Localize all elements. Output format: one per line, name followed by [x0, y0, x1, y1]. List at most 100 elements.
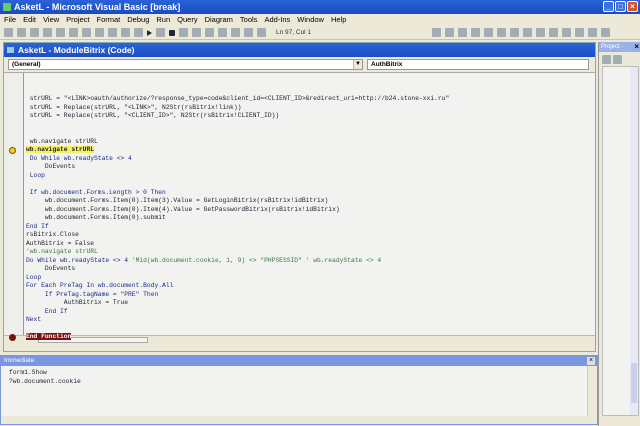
code-text: End Function: [26, 333, 72, 340]
code-text: strURL = Replace(strURL, "<CLIENT_ID>", …: [26, 112, 280, 119]
immediate-input[interactable]: form1.Show ?wb.document.cookie: [1, 366, 587, 416]
code-text: AuthBitrix = False: [26, 239, 95, 247]
run-icon[interactable]: [147, 29, 152, 36]
immediate-line: ?wb.document.cookie: [9, 377, 81, 385]
vertical-scrollbar[interactable]: [587, 366, 597, 416]
menu-diagram[interactable]: Diagram: [205, 14, 233, 26]
code-line: AuthBitrix = True: [26, 299, 128, 307]
code-text: Do While wb.readyState <> 4: [26, 256, 132, 264]
menu-addins[interactable]: Add-Ins: [264, 14, 290, 26]
code-text: End If: [26, 307, 68, 315]
code-text: DoEvents: [26, 163, 76, 170]
project-explorer: Project - ×: [598, 42, 640, 426]
title-bar: AsketL - Microsoft Visual Basic [break] …: [0, 0, 640, 14]
open-icon[interactable]: [43, 28, 52, 37]
vb-app-icon: [3, 3, 11, 11]
code-text: For Each PreTag In wb.document.Body.All: [26, 282, 174, 289]
list-properties-icon[interactable]: [432, 28, 441, 37]
immediate-title: Immediate: [1, 356, 597, 366]
close-button[interactable]: ×: [627, 1, 638, 12]
form-layout-icon[interactable]: [205, 28, 214, 37]
maximize-button[interactable]: □: [615, 1, 626, 12]
minimize-button[interactable]: _: [603, 1, 614, 12]
next-bookmark-icon[interactable]: [575, 28, 584, 37]
code-text: wb.document.Forms.Item(0).Item(3).Value …: [26, 197, 329, 204]
close-icon[interactable]: ×: [587, 357, 595, 365]
object-browser-icon[interactable]: [218, 28, 227, 37]
toolbox-icon[interactable]: [231, 28, 240, 37]
menu-help[interactable]: Help: [331, 14, 346, 26]
data-view-icon[interactable]: [244, 28, 253, 37]
uncomment-block-icon[interactable]: [549, 28, 558, 37]
outdent-icon[interactable]: [510, 28, 519, 37]
code-text: wb.document.Forms.Item(0).Item(4).Value …: [26, 205, 340, 213]
menu-debug[interactable]: Debug: [127, 14, 149, 26]
add-project-icon[interactable]: [4, 28, 13, 37]
menu-view[interactable]: View: [43, 14, 59, 26]
code-line: Loop: [26, 172, 45, 180]
save-icon[interactable]: [56, 28, 65, 37]
code-window-title: AsketL - ModuleBitrix (Code): [4, 43, 595, 57]
code-line: End If: [26, 308, 68, 316]
current-statement-arrow-icon[interactable]: [9, 147, 16, 154]
close-icon[interactable]: ×: [634, 42, 639, 52]
quick-info-icon[interactable]: [458, 28, 467, 37]
paste-icon[interactable]: [95, 28, 104, 37]
code-text: DoEvents: [26, 265, 76, 272]
complete-word-icon[interactable]: [484, 28, 493, 37]
immediate-window: Immediate × form1.Show ?wb.document.cook…: [0, 355, 598, 425]
toggle-breakpoint-icon[interactable]: [523, 28, 532, 37]
stop-icon[interactable]: [169, 29, 175, 36]
horizontal-scrollbar[interactable]: [1, 416, 587, 424]
component-manager-icon[interactable]: [257, 28, 266, 37]
window-title: AsketL - Microsoft Visual Basic [break]: [14, 2, 181, 12]
menu-query[interactable]: Query: [177, 14, 197, 26]
cut-icon[interactable]: [69, 28, 78, 37]
menu-edit[interactable]: Edit: [23, 14, 36, 26]
list-constants-icon[interactable]: [445, 28, 454, 37]
clear-bookmarks-icon[interactable]: [601, 28, 610, 37]
code-text: strURL = Replace(strURL, "<LINK>", N2Str…: [26, 103, 242, 111]
toggle-bookmark-icon[interactable]: [562, 28, 571, 37]
project-tree[interactable]: [602, 66, 639, 416]
code-editor[interactable]: strURL = "<LINK>oauth/authorize/?respons…: [4, 72, 595, 344]
breakpoint-icon[interactable]: [9, 334, 16, 341]
undo-icon[interactable]: [121, 28, 130, 37]
cursor-position: Ln 97, Col 1: [276, 29, 312, 36]
menu-file[interactable]: File: [4, 14, 16, 26]
menu-project[interactable]: Project: [66, 14, 89, 26]
procedure-combo[interactable]: AuthBitrix: [367, 59, 589, 70]
code-line: Loop: [26, 274, 41, 282]
properties-icon[interactable]: [192, 28, 201, 37]
previous-bookmark-icon[interactable]: [588, 28, 597, 37]
code-line: wb.document.Forms.Item(0).submit: [26, 214, 166, 222]
vertical-scrollbar[interactable]: [630, 67, 638, 415]
code-text: If wb.document.Forms.Length > 0 Then: [26, 188, 166, 196]
margin-indicator-bar[interactable]: [4, 73, 24, 344]
scroll-thumb[interactable]: [631, 363, 637, 403]
copy-icon[interactable]: [82, 28, 91, 37]
menu-tools[interactable]: Tools: [240, 14, 258, 26]
menu-format[interactable]: Format: [97, 14, 121, 26]
indent-icon[interactable]: [497, 28, 506, 37]
find-icon[interactable]: [108, 28, 117, 37]
menu-editor-icon[interactable]: [30, 28, 39, 37]
chevron-down-icon[interactable]: ▼: [353, 60, 362, 69]
break-icon[interactable]: [156, 28, 165, 37]
parameter-info-icon[interactable]: [471, 28, 480, 37]
menu-window[interactable]: Window: [297, 14, 324, 26]
add-form-icon[interactable]: [17, 28, 26, 37]
horizontal-scrollbar[interactable]: [4, 335, 595, 344]
project-explorer-icon[interactable]: [179, 28, 188, 37]
view-code-icon[interactable]: [602, 55, 611, 64]
code-text: Next: [26, 316, 42, 323]
comment-block-icon[interactable]: [536, 28, 545, 37]
menu-run[interactable]: Run: [156, 14, 170, 26]
view-object-icon[interactable]: [613, 55, 622, 64]
code-line: AuthBitrix = False: [26, 240, 94, 248]
object-combo[interactable]: (General) ▼: [8, 59, 363, 70]
code-text: wb.document.Forms.Item(0).submit: [26, 214, 166, 221]
code-line: wb.document.Forms.Item(0).Item(3).Value …: [26, 197, 328, 205]
redo-icon[interactable]: [134, 28, 143, 37]
code-line: strURL = Replace(strURL, "<LINK>", N2Str…: [26, 103, 242, 112]
